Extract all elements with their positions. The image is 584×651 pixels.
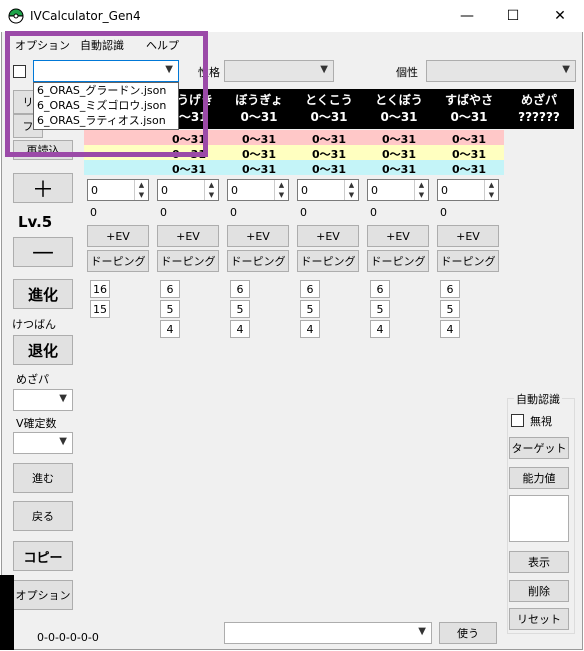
level-plus-button[interactable]: ＋ bbox=[13, 173, 73, 203]
reset-button[interactable]: リセット bbox=[509, 608, 569, 630]
hp-stat-spinner[interactable]: 0 ▲ ▼ bbox=[87, 179, 149, 201]
spatk-number-box: 4 bbox=[300, 320, 320, 338]
spdef-number-box: 5 bbox=[370, 300, 390, 318]
spinner-arrows-icon[interactable]: ▲ ▼ bbox=[414, 180, 428, 200]
spdef-stat-spinner[interactable]: 0 ▲ ▼ bbox=[367, 179, 429, 201]
defense-number-box: 4 bbox=[230, 320, 250, 338]
mezapa-label: めざパ bbox=[16, 373, 49, 386]
spinner-arrows-icon[interactable]: ▲ ▼ bbox=[484, 180, 498, 200]
attack-number-box: 4 bbox=[160, 320, 180, 338]
spinner-arrows-icon[interactable]: ▲ ▼ bbox=[204, 180, 218, 200]
minimize-button[interactable]: — bbox=[444, 0, 490, 32]
stat-header-speed: すばやさ 0～31 bbox=[434, 89, 504, 129]
vcount-label: V確定数 bbox=[16, 417, 57, 430]
defense-number-box: 5 bbox=[230, 300, 250, 318]
hp-ev-value: 0 bbox=[90, 206, 97, 219]
chevron-down-icon: ▼ bbox=[59, 393, 67, 404]
copy-button[interactable]: コピー bbox=[13, 541, 73, 571]
delete-button[interactable]: 削除 bbox=[509, 580, 569, 602]
stat-header-spdef: とくぼう 0～31 bbox=[364, 89, 434, 129]
use-button[interactable]: 使う bbox=[439, 622, 497, 644]
chevron-down-icon: ▼ bbox=[320, 64, 328, 75]
chevron-down-icon: ▼ bbox=[59, 436, 67, 447]
ability-label: 個性 bbox=[396, 66, 418, 79]
window-title: IVCalculator_Gen4 bbox=[30, 9, 141, 23]
spatk-number-box: 5 bbox=[300, 300, 320, 318]
defense-stat-spinner[interactable]: 0 ▲ ▼ bbox=[227, 179, 289, 201]
target-button[interactable]: ターゲット bbox=[509, 437, 569, 459]
spatk-number-box: 6 bbox=[300, 280, 320, 298]
spdef-number-box: 6 bbox=[370, 280, 390, 298]
stat-header-defense: ぼうぎょ 0～31 bbox=[224, 89, 294, 129]
forward-button[interactable]: 進む bbox=[13, 463, 73, 493]
defense-number-box: 6 bbox=[230, 280, 250, 298]
devolve-button[interactable]: 退化 bbox=[13, 335, 73, 365]
spatk-doping-button[interactable]: ドーピング bbox=[297, 250, 359, 272]
spinner-arrows-icon[interactable]: ▲ ▼ bbox=[134, 180, 148, 200]
spinner-arrows-icon[interactable]: ▲ ▼ bbox=[344, 180, 358, 200]
spinner-arrows-icon[interactable]: ▲ ▼ bbox=[274, 180, 288, 200]
vcount-select[interactable]: ▼ bbox=[13, 432, 73, 454]
ignore-label: 無視 bbox=[530, 415, 552, 428]
auto-recognize-title: 自動認識 bbox=[514, 391, 562, 407]
mezapa-select[interactable]: ▼ bbox=[13, 389, 73, 411]
attack-add-ev-button[interactable]: +EV bbox=[157, 225, 219, 247]
pokeball-icon bbox=[8, 8, 24, 24]
attack-number-box: 6 bbox=[160, 280, 180, 298]
ketsuban-label: けつばん bbox=[12, 318, 56, 331]
range-band-cyan: 0～31 0～31 0～31 0～31 0～31 bbox=[84, 160, 504, 176]
defense-ev-value: 0 bbox=[230, 206, 237, 219]
evolve-button[interactable]: 進化 bbox=[13, 279, 73, 309]
bottom-select[interactable]: ▼ bbox=[224, 622, 432, 644]
spdef-ev-value: 0 bbox=[370, 206, 377, 219]
ability-value-button[interactable]: 能力値 bbox=[509, 467, 569, 489]
spdef-number-box: 4 bbox=[370, 320, 390, 338]
mezapa-header: めざパ?????? bbox=[504, 89, 574, 129]
level-minus-button[interactable]: — bbox=[13, 237, 73, 267]
ability-select[interactable]: ▼ bbox=[426, 60, 576, 82]
show-button[interactable]: 表示 bbox=[509, 551, 569, 573]
spdef-add-ev-button[interactable]: +EV bbox=[367, 225, 429, 247]
attack-doping-button[interactable]: ドーピング bbox=[157, 250, 219, 272]
speed-ev-value: 0 bbox=[440, 206, 447, 219]
ignore-checkbox[interactable] bbox=[511, 414, 524, 427]
spdef-doping-button[interactable]: ドーピング bbox=[367, 250, 429, 272]
speed-number-box: 5 bbox=[440, 300, 460, 318]
speed-number-box: 6 bbox=[440, 280, 460, 298]
speed-add-ev-button[interactable]: +EV bbox=[437, 225, 499, 247]
chevron-down-icon: ▼ bbox=[418, 626, 426, 637]
attack-stat-spinner[interactable]: 0 ▲ ▼ bbox=[157, 179, 219, 201]
back-button[interactable]: 戻る bbox=[13, 501, 73, 531]
title-bar: IVCalculator_Gen4 — ☐ ✕ bbox=[0, 0, 584, 32]
stat-header-spatk: とくこう 0～31 bbox=[294, 89, 364, 129]
attack-ev-value: 0 bbox=[160, 206, 167, 219]
speed-stat-spinner[interactable]: 0 ▲ ▼ bbox=[437, 179, 499, 201]
hp-number-box: 16 bbox=[90, 280, 110, 298]
nature-select[interactable]: ▼ bbox=[224, 60, 334, 82]
speed-number-box: 4 bbox=[440, 320, 460, 338]
close-button[interactable]: ✕ bbox=[537, 0, 583, 32]
defense-add-ev-button[interactable]: +EV bbox=[227, 225, 289, 247]
defense-doping-button[interactable]: ドーピング bbox=[227, 250, 289, 272]
chevron-down-icon: ▼ bbox=[562, 64, 570, 75]
preview-box bbox=[509, 495, 569, 542]
level-label: Lv.5 bbox=[18, 213, 53, 231]
speed-doping-button[interactable]: ドーピング bbox=[437, 250, 499, 272]
attack-number-box: 5 bbox=[160, 300, 180, 318]
hp-add-ev-button[interactable]: +EV bbox=[87, 225, 149, 247]
spatk-add-ev-button[interactable]: +EV bbox=[297, 225, 359, 247]
highlight-frame bbox=[5, 31, 208, 157]
hp-doping-button[interactable]: ドーピング bbox=[87, 250, 149, 272]
option-button[interactable]: オプション bbox=[13, 580, 73, 610]
spatk-ev-value: 0 bbox=[300, 206, 307, 219]
result-text: 0-0-0-0-0-0 bbox=[37, 631, 99, 644]
hp-number-box: 15 bbox=[90, 300, 110, 318]
side-strip bbox=[0, 575, 14, 650]
spatk-stat-spinner[interactable]: 0 ▲ ▼ bbox=[297, 179, 359, 201]
maximize-button[interactable]: ☐ bbox=[490, 0, 536, 32]
